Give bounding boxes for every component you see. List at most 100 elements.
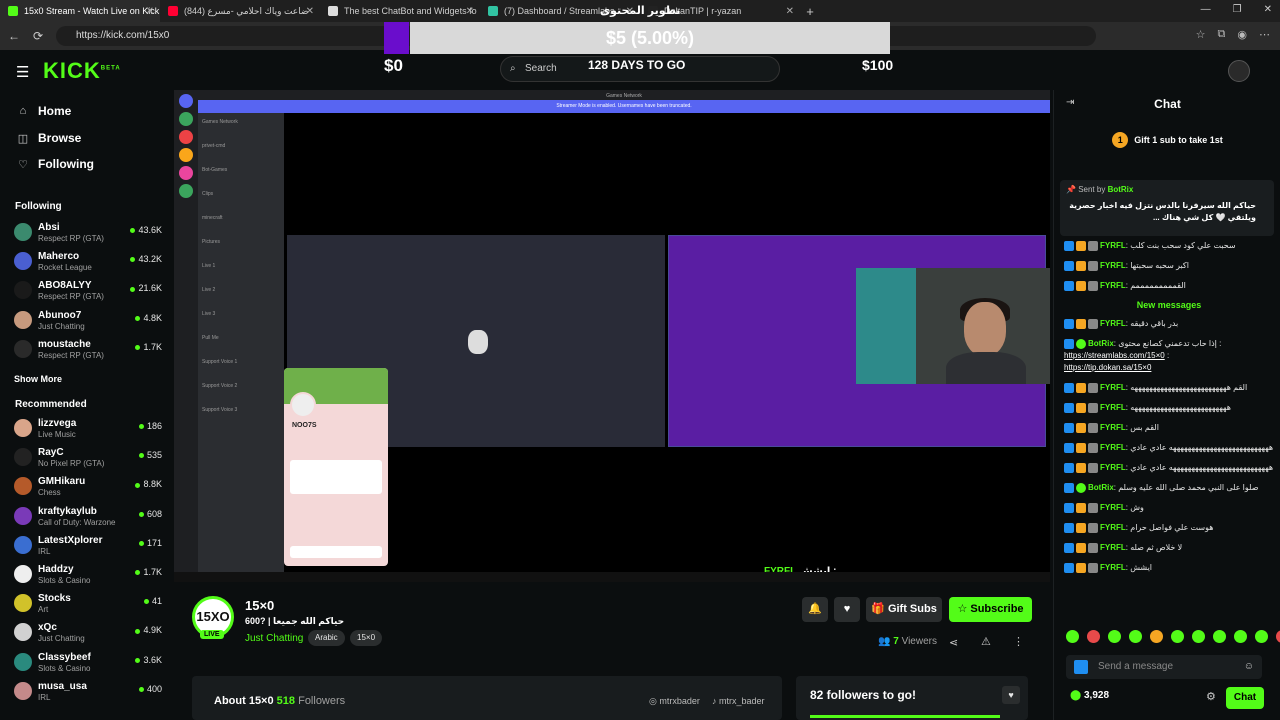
gift-leaderboard[interactable]: 1 Gift 1 sub to take 1st — [1054, 132, 1280, 148]
sidebar-channel[interactable]: ABO8ALYY Respect RP (GTA) 21.6K — [14, 278, 164, 304]
pinned-message[interactable]: 📌 Sent by BotRix حياكم الله سيرفرنا بالد… — [1060, 180, 1274, 236]
sidebar-channel[interactable]: Classybeef Slots & Casino 3.6K — [14, 650, 164, 676]
chat-username[interactable]: FYRFL — [1100, 403, 1126, 412]
goal-fill — [384, 22, 410, 54]
emote-icon[interactable] — [1171, 630, 1184, 643]
channel-name: kraftykaylub — [38, 505, 97, 517]
emote-icon[interactable] — [1150, 630, 1163, 643]
more-options-icon[interactable]: ⋮ — [1013, 635, 1024, 648]
close-tab-icon[interactable]: ✕ — [306, 6, 314, 17]
channel-points[interactable]: ⬤ 3,928 — [1070, 690, 1109, 701]
reload-icon[interactable]: ⟳ — [26, 29, 50, 43]
gift-subs-button[interactable]: 🎁 Gift Subs — [866, 597, 942, 622]
emote-icon[interactable] — [1276, 630, 1280, 643]
close-window-icon[interactable]: ✕ — [1264, 4, 1272, 15]
send-message-input[interactable]: Send a message ☺ — [1066, 655, 1262, 679]
collections-icon[interactable]: ⧉ — [1218, 28, 1226, 41]
sidebar-channel[interactable]: Stocks Art 41 — [14, 591, 164, 617]
hamburger-menu-icon[interactable]: ☰ — [16, 63, 29, 81]
chat-username[interactable]: FYRFL — [1100, 463, 1126, 472]
emoji-icon[interactable]: ☺ — [1244, 655, 1254, 679]
sidebar-channel[interactable]: GMHikaru Chess 8.8K — [14, 474, 164, 500]
sidebar-channel[interactable]: xQc Just Chatting 4.9K — [14, 620, 164, 646]
emote-icon[interactable] — [1234, 630, 1247, 643]
sidebar-channel[interactable]: Abunoo7 Just Chatting 4.8K — [14, 308, 164, 334]
profile-icon[interactable]: ◉ — [1237, 28, 1247, 41]
kick-logo[interactable]: KICKBETA — [43, 58, 121, 84]
close-tab-icon[interactable]: ✕ — [466, 6, 474, 17]
crown-badge-icon — [1076, 542, 1086, 553]
chat-username[interactable]: FYRFL — [1100, 241, 1126, 250]
chat-text: هههههههههههههههههههههههههههه عادي عادي — [1130, 443, 1274, 452]
chat-username[interactable]: BotRix — [1088, 483, 1114, 492]
video-player[interactable]: Games Network Streamer Mode is enabled. … — [174, 90, 1050, 582]
sidebar-item-home[interactable]: ⌂ Home — [16, 104, 72, 118]
subscribe-button[interactable]: ☆ Subscribe — [949, 597, 1032, 622]
chat-send-button[interactable]: Chat — [1226, 687, 1264, 709]
chat-username[interactable]: FYRFL — [1100, 281, 1126, 290]
sidebar-channel[interactable]: kraftykaylub Call of Duty: Warzone 608 — [14, 504, 164, 530]
instagram-link[interactable]: ◎ mtrxbader — [649, 696, 700, 707]
show-more-button[interactable]: Show More — [14, 374, 62, 384]
emote-icon[interactable] — [1213, 630, 1226, 643]
favorite-star-icon[interactable]: ☆ — [1196, 28, 1206, 41]
chat-link[interactable]: https://streamlabs.com/15×0 — [1064, 351, 1165, 360]
emote-icon[interactable] — [1087, 630, 1100, 643]
sidebar-channel[interactable]: musa_usa IRL 400 — [14, 679, 164, 705]
chat-username[interactable]: BotRix — [1088, 339, 1114, 348]
sidebar-channel[interactable]: RayC No Pixel RP (GTA) 535 — [14, 445, 164, 471]
browser-tab[interactable]: (844) ضاعت وياك احلامي -مسرع ✕ — [160, 0, 320, 22]
streamer-name[interactable]: 15×0 — [245, 598, 274, 613]
chat-username[interactable]: FYRFL — [1100, 543, 1126, 552]
sidebar-channel[interactable]: Absi Respect RP (GTA) 43.6K — [14, 220, 164, 246]
back-icon[interactable]: ← — [2, 29, 26, 43]
report-icon[interactable]: ⚠ — [981, 635, 991, 648]
new-messages-divider[interactable]: New messages — [1064, 300, 1274, 310]
channel-viewers: 43.6K — [130, 225, 162, 235]
sidebar-item-following[interactable]: ♡ Following — [16, 157, 94, 171]
chat-username[interactable]: FYRFL — [1100, 423, 1126, 432]
emote-icon[interactable] — [1108, 630, 1121, 643]
stream-category[interactable]: Just Chatting — [245, 633, 303, 644]
chat-username[interactable]: FYRFL — [1100, 503, 1126, 512]
recommended-section-title: Recommended — [15, 399, 87, 410]
heart-icon[interactable]: ♥ — [1002, 686, 1020, 704]
chat-settings-icon[interactable]: ⚙ — [1206, 690, 1216, 703]
stream-tag[interactable]: 15×0 — [350, 630, 383, 646]
user-avatar[interactable] — [1228, 60, 1250, 82]
chat-username[interactable]: FYRFL — [1100, 523, 1126, 532]
chat-link[interactable]: https://tip.dokan.sa/15×0 — [1064, 363, 1151, 372]
sidebar-item-browse[interactable]: ◫ Browse — [16, 131, 82, 145]
maximize-icon[interactable]: ❐ — [1233, 4, 1242, 15]
minimize-icon[interactable]: — — [1201, 4, 1211, 15]
tiktok-link[interactable]: ♪ mtrx_bader — [712, 696, 765, 706]
close-tab-icon[interactable]: ✕ — [786, 6, 794, 17]
close-tab-icon[interactable]: ✕ — [146, 6, 154, 17]
chat-username[interactable]: FYRFL — [1100, 261, 1126, 270]
emote-icon[interactable] — [1192, 630, 1205, 643]
chat-username[interactable]: FYRFL — [1100, 443, 1126, 452]
channel-category: Art — [38, 605, 49, 615]
chat-username[interactable]: FYRFL — [1100, 319, 1126, 328]
chat-username[interactable]: FYRFL — [1100, 383, 1126, 392]
browser-tab[interactable]: 15x0 Stream - Watch Live on Kick ✕ — [0, 0, 160, 22]
live-dot-icon — [135, 315, 141, 321]
sidebar-channel[interactable]: LatestXplorer IRL 171 — [14, 533, 164, 559]
tab-favicon-icon — [328, 6, 338, 16]
chat-username[interactable]: FYRFL — [1100, 563, 1126, 572]
sidebar-channel[interactable]: lizzvega Live Music 186 — [14, 416, 164, 442]
emote-icon[interactable] — [1129, 630, 1142, 643]
browser-tab[interactable]: The best ChatBot and Widgets fo ✕ — [320, 0, 480, 22]
sidebar-channel[interactable]: moustache Respect RP (GTA) 1.7K — [14, 337, 164, 363]
share-icon[interactable]: ⋖ — [949, 636, 958, 649]
stream-tag[interactable]: Arabic — [308, 630, 345, 646]
emote-icon[interactable] — [1066, 630, 1079, 643]
menu-dots-icon[interactable]: ⋯ — [1259, 28, 1270, 41]
sidebar-channel[interactable]: Haddzy Slots & Casino 1.7K — [14, 562, 164, 588]
chat-identity-icon[interactable] — [1074, 660, 1088, 674]
emote-icon[interactable] — [1255, 630, 1268, 643]
new-tab-icon[interactable]: + — [800, 4, 820, 19]
sidebar-channel[interactable]: Maherco Rocket League 43.2K — [14, 249, 164, 275]
notification-bell-button[interactable]: 🔔 — [802, 597, 828, 622]
follow-heart-button[interactable]: ♥ — [834, 597, 860, 622]
